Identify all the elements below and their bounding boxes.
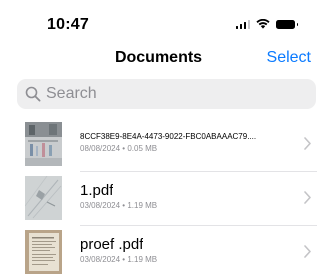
chevron-right-icon bbox=[304, 245, 311, 258]
search-input[interactable] bbox=[46, 85, 296, 103]
wifi-icon bbox=[256, 19, 270, 29]
file-row[interactable]: proef .pdf 03/08/2024 • 1.19 MB bbox=[0, 225, 317, 279]
file-date: 03/08/2024 bbox=[80, 255, 121, 264]
file-name: 8CCF38E9-8E4A-4473-9022-FBC0ABAAAC79.... bbox=[80, 132, 257, 141]
file-list: 8CCF38E9-8E4A-4473-9022-FBC0ABAAAC79....… bbox=[0, 117, 317, 279]
file-size: 1.19 MB bbox=[127, 255, 158, 264]
file-thumbnail bbox=[25, 230, 62, 274]
file-size: 0.05 MB bbox=[127, 144, 158, 153]
file-row[interactable]: 1.pdf 03/08/2024 • 1.19 MB bbox=[0, 171, 317, 225]
chevron-right-icon bbox=[304, 191, 311, 204]
status-icons bbox=[235, 19, 298, 29]
file-meta: 03/08/2024 • 1.19 MB bbox=[80, 201, 157, 210]
status-time: 10:47 bbox=[47, 16, 89, 33]
search-icon bbox=[25, 86, 41, 102]
status-bar: 10:47 bbox=[0, 0, 317, 44]
meta-separator: • bbox=[122, 201, 126, 210]
file-thumbnail bbox=[25, 176, 62, 220]
chevron-right-icon bbox=[304, 137, 311, 150]
file-meta: 03/08/2024 • 1.19 MB bbox=[80, 255, 157, 264]
meta-separator: • bbox=[122, 255, 126, 264]
file-row[interactable]: 8CCF38E9-8E4A-4473-9022-FBC0ABAAAC79....… bbox=[0, 117, 317, 171]
file-date: 03/08/2024 bbox=[80, 201, 121, 210]
navigation-bar: Documents Select bbox=[0, 44, 317, 74]
signal-icon bbox=[235, 19, 250, 29]
battery-icon bbox=[276, 19, 298, 29]
file-name: 1.pdf bbox=[80, 182, 114, 199]
search-bar[interactable] bbox=[17, 79, 316, 109]
select-button[interactable]: Select bbox=[267, 49, 311, 67]
file-size: 1.19 MB bbox=[127, 201, 158, 210]
file-thumbnail bbox=[25, 122, 62, 166]
file-meta: 08/08/2024 • 0.05 MB bbox=[80, 144, 157, 153]
file-date: 08/08/2024 bbox=[80, 144, 121, 153]
file-name: proef .pdf bbox=[80, 236, 144, 253]
meta-separator: • bbox=[122, 144, 126, 153]
